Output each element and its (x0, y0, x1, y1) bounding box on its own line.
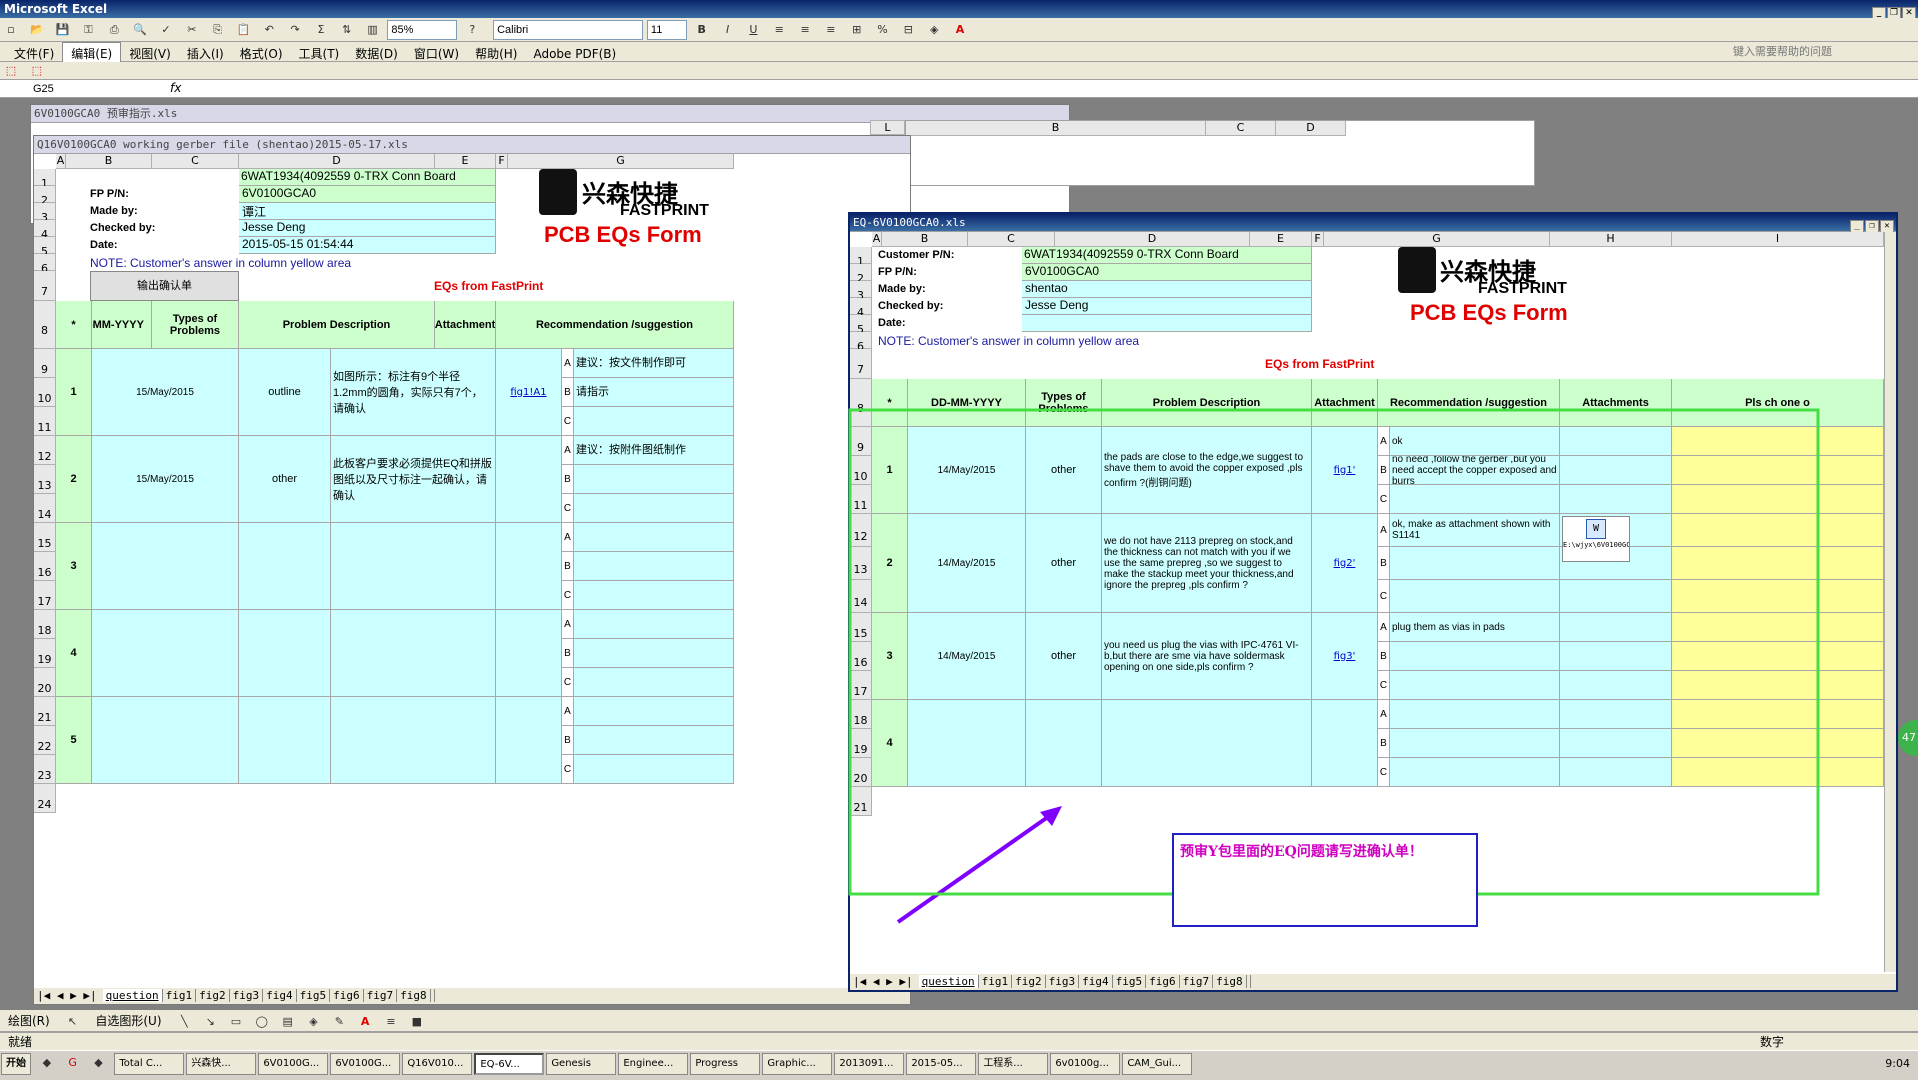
select-pointer-icon[interactable]: ↖ (63, 1012, 83, 1032)
taskbar-button[interactable]: 6V0100G... (258, 1053, 329, 1075)
taskbar: 开始 ◆ G ◆ Total C... 兴森快... 6V0100G... 6V010… (0, 1050, 1918, 1080)
line-icon[interactable]: ╲ (174, 1012, 194, 1032)
draw-font-color-icon[interactable]: A (355, 1012, 375, 1032)
taskbar-button[interactable]: Progress (690, 1053, 761, 1075)
status-mode: 数字 (1760, 1035, 1785, 1049)
taskbar-button[interactable]: CAM_Gui... (1122, 1053, 1193, 1075)
annotation-arrowhead (1040, 806, 1062, 826)
start-button[interactable]: 开始 (1, 1053, 31, 1075)
taskbar-button[interactable]: Total C... (114, 1053, 185, 1075)
taskbar-button[interactable]: 6V0100G... (330, 1053, 401, 1075)
oval-icon[interactable]: ◯ (252, 1012, 272, 1032)
textbox-icon[interactable]: ▤ (278, 1012, 298, 1032)
taskbar-button[interactable]: Genesis (546, 1053, 617, 1075)
taskbar-button[interactable]: 2013091... (834, 1053, 905, 1075)
status-bar: 就绪 数字 (0, 1032, 1918, 1050)
quicklaunch-app-icon[interactable]: ◆ (88, 1053, 108, 1073)
line-style-icon[interactable]: ≡ (381, 1012, 401, 1032)
shadow-icon[interactable]: ■ (407, 1012, 427, 1032)
arrow-icon[interactable]: ↘ (200, 1012, 220, 1032)
annotation-overlay (848, 408, 1820, 924)
annotation-text: 预审Y包里面的EQ问题请写进确认单！ (1180, 844, 1423, 860)
taskbar-button[interactable]: Q16V010... (402, 1053, 473, 1075)
taskbar-button[interactable]: 2015-05... (906, 1053, 977, 1075)
line-color-icon[interactable]: ✎ (329, 1012, 349, 1032)
taskbar-button[interactable]: 兴森快... (186, 1053, 257, 1075)
highlight-rect (848, 408, 1820, 896)
taskbar-button[interactable]: 工程系... (978, 1053, 1049, 1075)
taskbar-button[interactable]: Enginee... (618, 1053, 689, 1075)
fill-icon[interactable]: ◈ (303, 1012, 323, 1032)
clock: 9:04 (1885, 1057, 1910, 1070)
drawing-toolbar: 绘图(R) ↖ 自选图形(U) ╲ ↘ ▭ ◯ ▤ ◈ ✎ A ≡ ■ (0, 1010, 1918, 1032)
quicklaunch-browser-icon[interactable]: G (63, 1053, 83, 1073)
annotation-textbox[interactable]: 预审Y包里面的EQ问题请写进确认单！ (1172, 833, 1478, 927)
taskbar-button[interactable]: 6v0100g... (1050, 1053, 1121, 1075)
rectangle-icon[interactable]: ▭ (226, 1012, 246, 1032)
taskbar-button[interactable]: EQ-6V... (474, 1053, 545, 1075)
status-ready: 就绪 (8, 1035, 33, 1049)
annotation-arrow (896, 810, 1057, 924)
taskbar-button[interactable]: Graphic... (762, 1053, 833, 1075)
quicklaunch-icon[interactable]: ◆ (37, 1053, 57, 1073)
draw-menu[interactable]: 绘图(R) (0, 1010, 58, 1031)
autoshape-menu[interactable]: 自选图形(U) (87, 1010, 169, 1031)
